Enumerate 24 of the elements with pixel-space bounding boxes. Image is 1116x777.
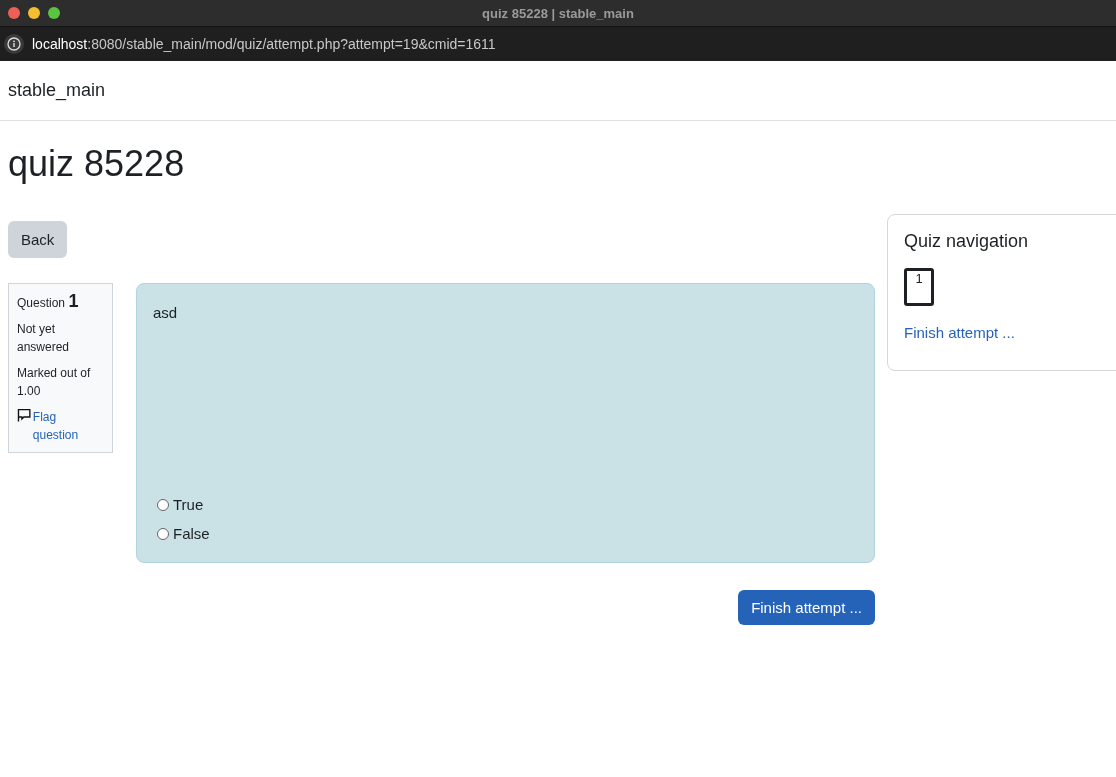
option-label[interactable]: True [173,496,204,513]
option-label[interactable]: False [173,525,210,542]
flag-question-link[interactable]: Flag question [32,408,104,444]
flag-icon[interactable] [17,408,32,422]
finish-attempt-link[interactable]: Finish attempt ... [904,324,1110,341]
question-status: Not yet answered [17,321,71,356]
question-text: asd [153,304,178,321]
page-title: quiz 85228 [8,143,186,185]
maximize-window-button[interactable] [48,7,60,19]
radio-button[interactable] [157,527,169,540]
radio-button[interactable] [157,498,169,511]
finish-attempt-button[interactable]: Finish attempt ... [738,590,875,625]
question-number: 1 [68,291,79,311]
quiz-navigation-title: Quiz navigation [904,231,1030,252]
close-window-button[interactable] [8,7,20,19]
back-button[interactable]: Back [8,221,68,258]
question-marks: Marked out of 1.00 [17,365,92,400]
info-icon[interactable] [4,34,24,54]
minimize-window-button[interactable] [28,7,40,19]
question-label: Question [17,296,66,310]
question-nav-button[interactable]: 1 [904,268,934,306]
site-name[interactable]: stable_main [8,80,106,101]
window-title: quiz 85228 | stable_main [482,5,634,21]
address-bar-url[interactable]: localhost:8080/stable_main/mod/quiz/attempt.php?attempt=19&cmid=1611 [32,36,496,52]
